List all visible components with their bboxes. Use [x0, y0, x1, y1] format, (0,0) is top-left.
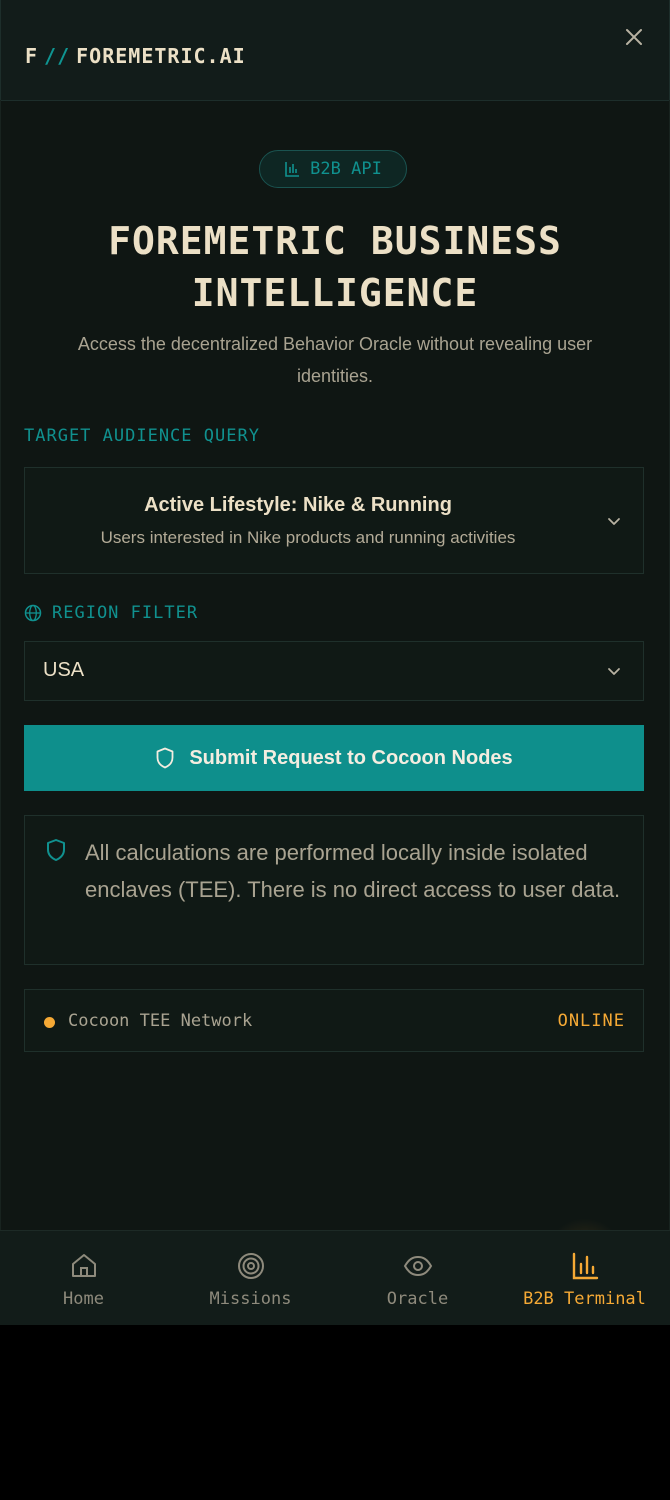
eye-icon: [403, 1255, 433, 1277]
app-screen: F//FOREMETRIC.AI B2B API FOREMETRIC BUSI…: [0, 0, 670, 1325]
network-status: Cocoon TEE Network ONLINE: [24, 989, 644, 1052]
badge-label: B2B API: [310, 159, 382, 179]
title-line-2: INTELLIGENCE: [191, 271, 479, 315]
network-name: Cocoon TEE Network: [68, 1011, 253, 1031]
nav-home[interactable]: Home: [0, 1231, 167, 1325]
submit-request-label: Submit Request to Cocoon Nodes: [189, 746, 513, 769]
privacy-notice-text: All calculations are performed locally i…: [85, 840, 621, 902]
shield-icon: [47, 839, 65, 861]
brand-letter: F: [25, 44, 39, 68]
title-line-1: FOREMETRIC BUSINESS: [108, 219, 562, 263]
nav-missions[interactable]: Missions: [167, 1231, 334, 1325]
submit-request-button[interactable]: Submit Request to Cocoon Nodes: [24, 725, 644, 791]
page-title: FOREMETRIC BUSINESS INTELLIGENCE: [0, 215, 670, 319]
nav-b2b-terminal[interactable]: B2B Terminal: [501, 1231, 668, 1325]
nav-b2b-terminal-label: B2B Terminal: [523, 1289, 646, 1309]
close-icon: [626, 29, 642, 45]
privacy-notice: All calculations are performed locally i…: [24, 815, 644, 965]
audience-query-label-text: TARGET AUDIENCE QUERY: [24, 426, 260, 446]
region-selected-value: USA: [43, 659, 85, 681]
globe-icon: [24, 604, 42, 622]
bar-chart-icon: [285, 162, 300, 177]
nav-oracle-label: Oracle: [386, 1289, 449, 1309]
page-subtitle: Access the decentralized Behavior Oracle…: [77, 334, 593, 386]
home-icon: [72, 1254, 96, 1277]
audience-query-select[interactable]: Active Lifestyle: Nike & Running Users i…: [24, 467, 644, 574]
nav-oracle[interactable]: Oracle: [334, 1231, 501, 1325]
chevron-down-icon: [608, 518, 620, 525]
region-filter-label-text: REGION FILTER: [52, 603, 199, 623]
brand-separator: //: [44, 44, 71, 68]
b2b-api-badge: B2B API: [259, 150, 407, 188]
shield-icon: [156, 747, 174, 769]
brand-logo: F//FOREMETRIC.AI: [25, 44, 246, 68]
bottom-nav: Home Missions Oracle B2B Terminal: [0, 1230, 670, 1325]
audience-query-title: Active Lifestyle: Nike & Running: [144, 494, 452, 516]
nav-missions-label: Missions: [209, 1289, 292, 1309]
header: F//FOREMETRIC.AI: [0, 0, 670, 101]
chevron-down-icon: [608, 668, 620, 675]
audience-query-description: Users interested in Nike products and ru…: [100, 528, 516, 547]
bar-chart-icon: [572, 1252, 599, 1280]
close-button[interactable]: [621, 24, 647, 50]
audience-query-label: TARGET AUDIENCE QUERY: [24, 426, 260, 446]
target-icon: [238, 1253, 264, 1279]
nav-home-label: Home: [63, 1289, 104, 1309]
region-filter-label: REGION FILTER: [24, 603, 198, 623]
brand-name: FOREMETRIC.AI: [76, 44, 246, 68]
region-select[interactable]: USA: [24, 641, 644, 701]
status-indicator-dot: [44, 1017, 55, 1028]
status-badge: ONLINE: [557, 1011, 625, 1031]
